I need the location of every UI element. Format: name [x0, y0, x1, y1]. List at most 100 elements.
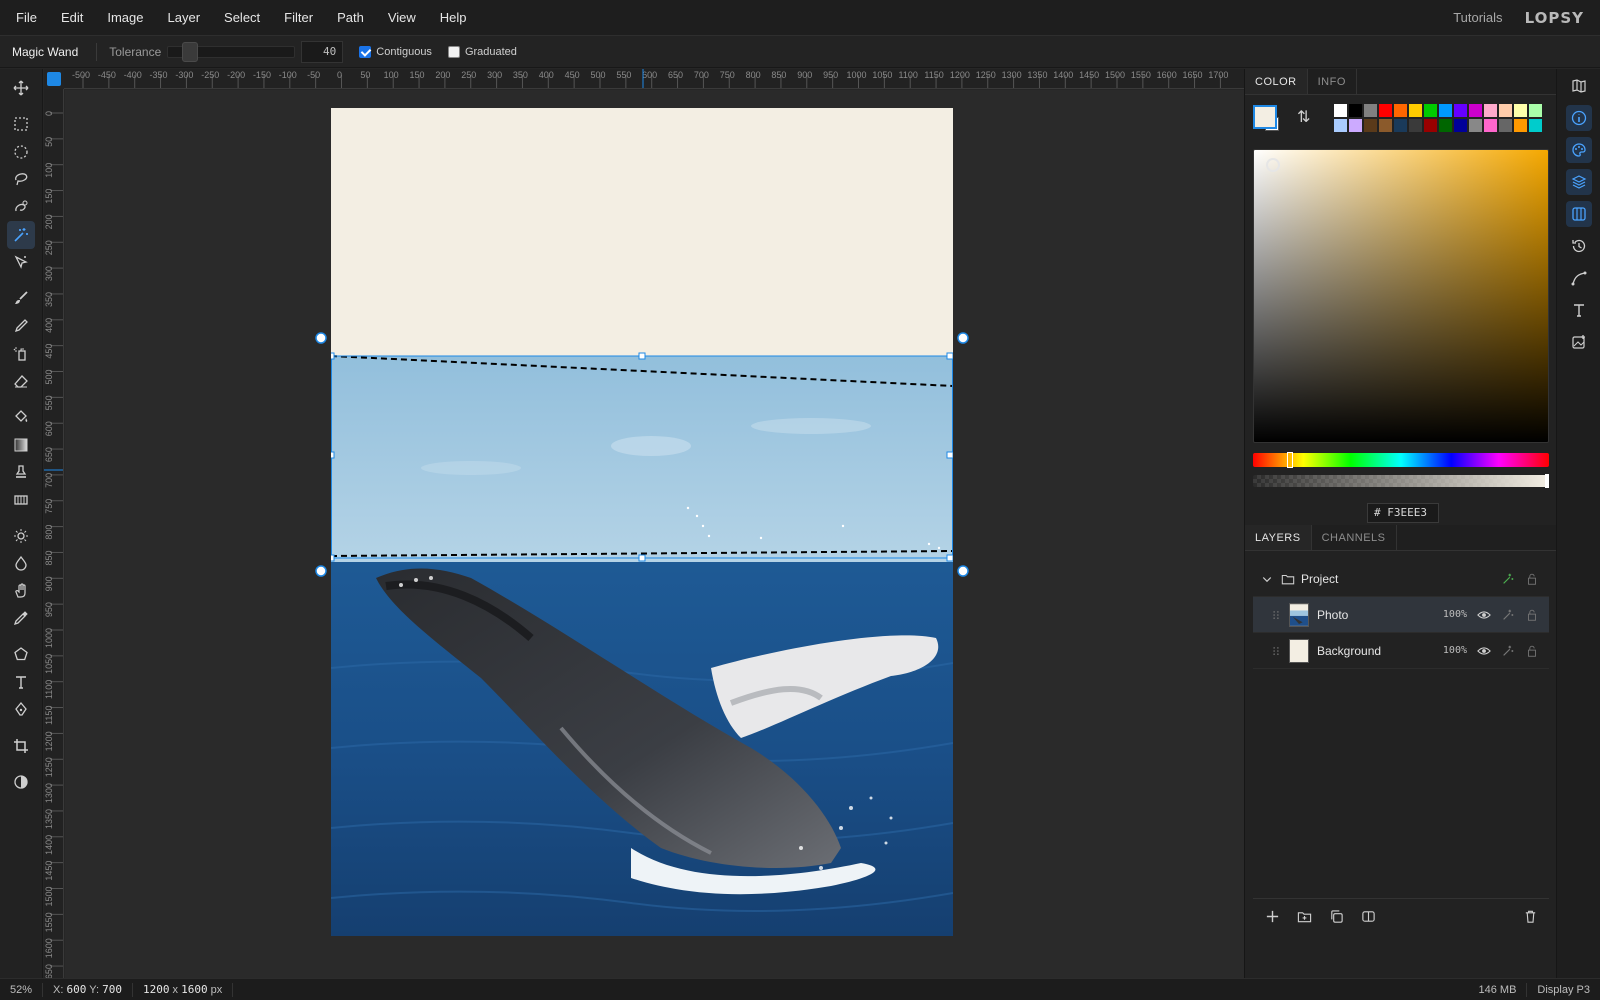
effects-icon[interactable] [1501, 608, 1515, 622]
tab-color[interactable]: COLOR [1245, 69, 1308, 94]
fill-tool[interactable] [7, 403, 35, 431]
palette-swatch[interactable] [1438, 103, 1453, 118]
palette-swatch[interactable] [1408, 103, 1423, 118]
palette-swatch[interactable] [1333, 103, 1348, 118]
blur-tool[interactable] [7, 549, 35, 577]
layer-row-background[interactable]: Background 100% [1253, 633, 1549, 669]
palette-swatch[interactable] [1453, 103, 1468, 118]
pen-tool[interactable] [7, 695, 35, 723]
eye-icon[interactable] [1477, 644, 1491, 658]
menu-filter[interactable]: Filter [272, 0, 325, 36]
layer-opacity[interactable]: 100% [1443, 609, 1467, 620]
graduated-checkbox[interactable]: Graduated [447, 45, 517, 58]
lock-icon[interactable] [1525, 644, 1539, 658]
palette-swatch[interactable] [1528, 118, 1543, 133]
layer-row-photo[interactable]: Photo 100% [1253, 597, 1549, 633]
color-profile[interactable]: Display P3 [1527, 983, 1600, 997]
layer-group-project[interactable]: Project [1253, 561, 1549, 597]
chevron-down-icon[interactable] [1261, 573, 1273, 585]
palette-swatch[interactable] [1498, 103, 1513, 118]
duplicate-layer-button[interactable] [1323, 904, 1349, 930]
add-layer-button[interactable] [1259, 904, 1285, 930]
swap-colors-icon[interactable]: ⇅ [1297, 107, 1310, 127]
menu-layer[interactable]: Layer [156, 0, 213, 36]
palette-swatch[interactable] [1348, 103, 1363, 118]
menu-help[interactable]: Help [428, 0, 479, 36]
mask-tool[interactable] [7, 768, 35, 796]
palette-panel-button[interactable] [1566, 137, 1592, 163]
add-group-button[interactable] [1291, 904, 1317, 930]
alpha-slider-thumb[interactable] [1545, 474, 1549, 488]
tutorials-link[interactable]: Tutorials [1453, 10, 1502, 25]
menu-path[interactable]: Path [325, 0, 376, 36]
magic-wand-tool[interactable] [7, 221, 35, 249]
palette-swatch[interactable] [1423, 103, 1438, 118]
color-picker-cursor[interactable] [1266, 158, 1280, 172]
palette-swatch[interactable] [1363, 103, 1378, 118]
layers-panel-button[interactable] [1566, 169, 1592, 195]
palette-swatch[interactable] [1528, 103, 1543, 118]
info-panel-button[interactable] [1566, 105, 1592, 131]
menu-view[interactable]: View [376, 0, 428, 36]
palette-swatch[interactable] [1453, 118, 1468, 133]
channels-panel-button[interactable] [1566, 201, 1592, 227]
palette-swatch[interactable] [1423, 118, 1438, 133]
shape-tool[interactable] [7, 640, 35, 668]
text-panel-button[interactable] [1566, 297, 1592, 323]
pencil-tool[interactable] [7, 312, 35, 340]
map-panel-button[interactable] [1566, 73, 1592, 99]
drag-handle-icon[interactable] [1271, 609, 1281, 621]
eyedropper-tool[interactable] [7, 604, 35, 632]
ruler-origin[interactable] [44, 69, 64, 89]
palette-swatch[interactable] [1513, 118, 1528, 133]
rect-select-tool[interactable] [7, 110, 35, 138]
move-tool[interactable] [7, 74, 35, 102]
rotate-handle-bottom-left[interactable] [315, 565, 327, 577]
rotate-handle-top-left[interactable] [315, 332, 327, 344]
palette-swatch[interactable] [1333, 118, 1348, 133]
lock-icon[interactable] [1525, 608, 1539, 622]
palette-swatch[interactable] [1378, 103, 1393, 118]
menu-select[interactable]: Select [212, 0, 272, 36]
path-panel-button[interactable] [1566, 265, 1592, 291]
menu-edit[interactable]: Edit [49, 0, 95, 36]
hue-slider-thumb[interactable] [1287, 452, 1293, 468]
alpha-slider[interactable] [1253, 474, 1549, 488]
palette-swatch[interactable] [1483, 103, 1498, 118]
saturation-value-picker[interactable] [1253, 149, 1549, 443]
gradient-tool[interactable] [7, 431, 35, 459]
hex-color-input[interactable]: # F3EEE3 [1367, 503, 1439, 523]
menu-image[interactable]: Image [95, 0, 155, 36]
drag-handle-icon[interactable] [1271, 645, 1281, 657]
history-panel-button[interactable] [1566, 233, 1592, 259]
tolerance-slider-thumb[interactable] [182, 41, 199, 62]
lasso-tool[interactable] [7, 165, 35, 193]
tolerance-slider[interactable] [167, 41, 296, 62]
hue-slider[interactable] [1253, 452, 1549, 468]
tab-channels[interactable]: CHANNELS [1312, 525, 1397, 550]
add-mask-button[interactable] [1355, 904, 1381, 930]
tab-info[interactable]: INFO [1308, 69, 1357, 94]
pattern-tool[interactable] [7, 486, 35, 514]
eraser-tool[interactable] [7, 367, 35, 395]
palette-swatch[interactable] [1513, 103, 1528, 118]
brush-tool[interactable] [7, 284, 35, 312]
palette-swatch[interactable] [1348, 118, 1363, 133]
object-select-tool[interactable] [7, 248, 35, 276]
vertical-ruler[interactable]: 0 50 100 150 200 250 300 350 400 450 500 550 600 650 7… [44, 89, 64, 978]
palette-swatch[interactable] [1438, 118, 1453, 133]
effects-icon[interactable] [1501, 572, 1515, 586]
ellipse-select-tool[interactable] [7, 138, 35, 166]
text-tool[interactable] [7, 668, 35, 696]
eye-icon[interactable] [1477, 608, 1491, 622]
layer-opacity[interactable]: 100% [1443, 645, 1467, 656]
contiguous-check-box[interactable] [359, 45, 372, 58]
effects-icon[interactable] [1501, 644, 1515, 658]
palette-swatch[interactable] [1468, 103, 1483, 118]
quick-select-tool[interactable] [7, 193, 35, 221]
canvas-area[interactable] [65, 90, 1244, 978]
transform-handles[interactable] [65, 90, 1244, 978]
horizontal-ruler[interactable]: -500 -450 -400 -350 -300 -250 -200 -150 -100 -50 0… [64, 69, 1244, 89]
palette-swatch[interactable] [1483, 118, 1498, 133]
palette-swatch[interactable] [1498, 118, 1513, 133]
